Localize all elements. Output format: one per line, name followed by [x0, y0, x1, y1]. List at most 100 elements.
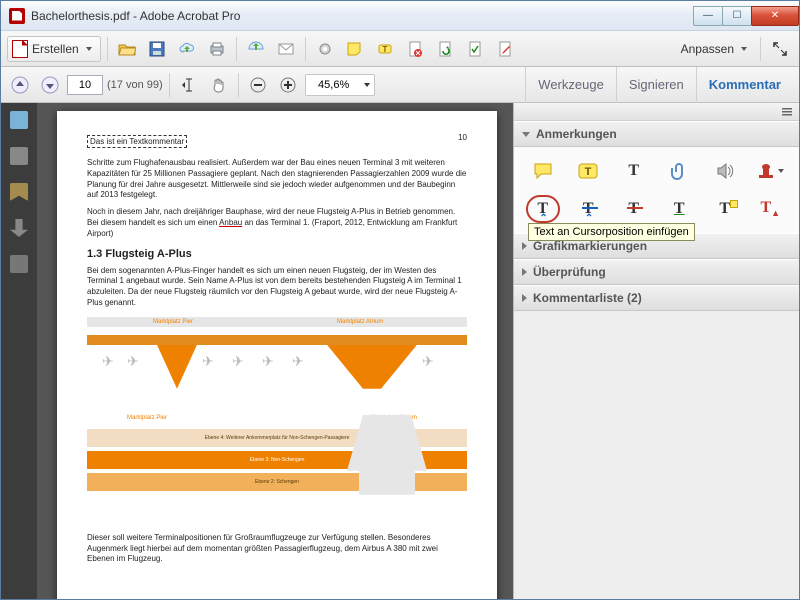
print-button[interactable]: [204, 36, 230, 62]
window-title: Bachelorthesis.pdf - Adobe Acrobat Pro: [31, 9, 694, 23]
titlebar: Bachelorthesis.pdf - Adobe Acrobat Pro —…: [1, 1, 799, 31]
settings-button[interactable]: [312, 36, 338, 62]
save-button[interactable]: [144, 36, 170, 62]
page-count: (17 von 99): [107, 79, 163, 91]
create-button[interactable]: Erstellen: [7, 36, 101, 62]
chevron-down-icon: [86, 47, 92, 51]
chevron-right-icon: [522, 294, 527, 302]
page-up-button[interactable]: [7, 72, 33, 98]
tab-tools[interactable]: Werkzeuge: [525, 67, 616, 103]
arrow-down-icon: [41, 76, 59, 94]
insert-text-tool[interactable]: T⌃ Text an Cursorposition einfügen: [526, 195, 560, 223]
thumbnails-icon[interactable]: [10, 111, 28, 129]
printer-icon: [208, 40, 226, 58]
email-button[interactable]: [273, 36, 299, 62]
add-note-to-text-tool[interactable]: T: [708, 195, 742, 223]
paragraph: Schritte zum Flughafenausbau realisiert.…: [87, 158, 467, 201]
pdf-icon: [12, 40, 28, 58]
separator: [107, 37, 108, 61]
signature-panel-icon[interactable]: [10, 255, 28, 273]
zoom-out-button[interactable]: [245, 72, 271, 98]
t-icon: T: [628, 162, 639, 180]
close-button[interactable]: ✕: [751, 6, 799, 26]
section-review[interactable]: Überprüfung: [514, 259, 799, 285]
annotations-tools: T T T⌃ Text an Cursorposition einfügen T…: [514, 147, 799, 233]
page-down-button[interactable]: [37, 72, 63, 98]
panel-options-row: [514, 103, 799, 121]
t-caret-icon: T⌃: [537, 200, 548, 218]
select-tool-button[interactable]: [176, 72, 202, 98]
svg-text:T: T: [585, 166, 592, 178]
note-icon: [346, 40, 364, 58]
pages-icon[interactable]: [10, 147, 28, 165]
arrow-up-icon: [11, 76, 29, 94]
t-strike-icon: T: [628, 200, 639, 218]
stamp-tool[interactable]: [754, 157, 788, 185]
expand-icon: [771, 40, 789, 58]
panel-options-icon[interactable]: [781, 106, 793, 118]
page-tool-button[interactable]: [462, 36, 488, 62]
minus-icon: [249, 76, 267, 94]
highlight-text-tool[interactable]: T: [572, 157, 606, 185]
fullscreen-button[interactable]: [767, 36, 793, 62]
t-note-icon: T: [719, 200, 730, 218]
section-comment-list[interactable]: Kommentarliste (2): [514, 285, 799, 311]
record-audio-tool[interactable]: [708, 157, 742, 185]
attach-file-tool[interactable]: [663, 157, 697, 185]
page-input[interactable]: [67, 75, 103, 95]
left-rail: [1, 103, 37, 599]
tooltip: Text an Cursorposition einfügen: [528, 223, 695, 241]
document-area[interactable]: Das ist ein Textkommentar 10 Schritte zu…: [37, 103, 513, 599]
hand-icon: [210, 76, 228, 94]
svg-text:T: T: [382, 45, 387, 54]
tab-sign[interactable]: Signieren: [616, 67, 696, 103]
chevron-down-icon: [778, 169, 784, 173]
remove-page-button[interactable]: [402, 36, 428, 62]
zoom-input[interactable]: [306, 75, 362, 95]
sticky-note-tool[interactable]: [526, 157, 560, 185]
rotate-page-button[interactable]: [432, 36, 458, 62]
highlight-button[interactable]: T: [372, 36, 398, 62]
zoom-dropdown[interactable]: [305, 74, 375, 96]
share-button[interactable]: [243, 36, 269, 62]
right-tabs: Werkzeuge Signieren Kommentar: [525, 67, 793, 103]
speech-bubble-icon: [533, 162, 553, 180]
pdf-page: Das ist ein Textkommentar 10 Schritte zu…: [57, 111, 497, 599]
bookmarks-icon[interactable]: [10, 183, 28, 201]
underlined-word: Anbau: [219, 218, 242, 227]
strikethrough-tool[interactable]: T: [617, 195, 651, 223]
edit-page-button[interactable]: [492, 36, 518, 62]
customize-button[interactable]: Anpassen: [674, 36, 754, 62]
floppy-icon: [148, 40, 166, 58]
nav-toolbar: (17 von 99) Werkzeuge Signieren Kommenta…: [1, 67, 799, 103]
hand-tool-button[interactable]: [206, 72, 232, 98]
envelope-icon: [277, 40, 295, 58]
maximize-button[interactable]: ☐: [722, 6, 752, 26]
attachments-icon[interactable]: [10, 219, 28, 237]
zoom-in-button[interactable]: [275, 72, 301, 98]
sticky-note-button[interactable]: [342, 36, 368, 62]
paragraph: Noch in diesem Jahr, nach dreijähriger B…: [87, 207, 467, 239]
open-button[interactable]: [114, 36, 140, 62]
underline-tool[interactable]: T: [663, 195, 697, 223]
minimize-button[interactable]: —: [693, 6, 723, 26]
customize-label: Anpassen: [681, 42, 734, 56]
cloud-button[interactable]: [174, 36, 200, 62]
section-annotations[interactable]: Anmerkungen: [514, 121, 799, 147]
tab-comment[interactable]: Kommentar: [696, 67, 793, 103]
chevron-down-icon: [364, 83, 370, 87]
main-toolbar: Erstellen T: [1, 31, 799, 67]
page-check-icon: [466, 40, 484, 58]
gear-icon: [316, 40, 334, 58]
page-delete-icon: [406, 40, 424, 58]
speaker-icon: [716, 162, 734, 180]
replace-text-tool[interactable]: T⌃: [572, 195, 606, 223]
highlight-icon: T: [376, 40, 394, 58]
app-window: Bachelorthesis.pdf - Adobe Acrobat Pro —…: [0, 0, 800, 600]
acrobat-icon: [9, 8, 25, 24]
add-text-tool[interactable]: T: [617, 157, 651, 185]
text-comment[interactable]: Das ist ein Textkommentar: [87, 135, 187, 148]
text-correction-tool[interactable]: T▲: [754, 195, 788, 223]
page-edit-icon: [496, 40, 514, 58]
folder-open-icon: [118, 40, 136, 58]
